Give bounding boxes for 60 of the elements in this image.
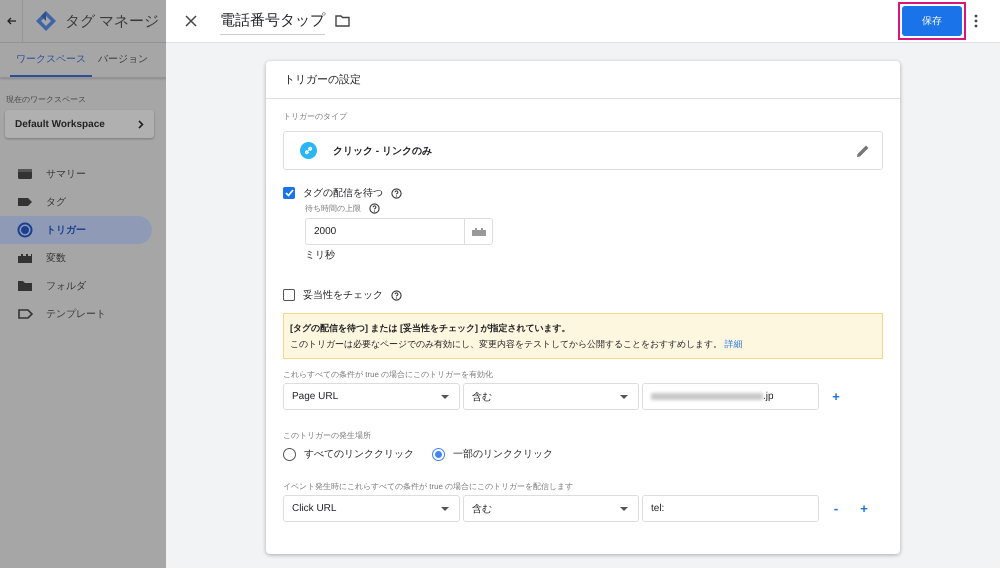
pencil-icon[interactable]: [856, 144, 870, 158]
checkbox[interactable]: [283, 187, 295, 199]
help-icon[interactable]: [391, 290, 402, 300]
operator-dropdown[interactable]: 含む: [463, 383, 639, 410]
dropdown-arrow-icon: [620, 506, 628, 510]
close-icon[interactable]: [184, 14, 198, 28]
app-title: タグ マネージ: [65, 12, 160, 30]
save-button[interactable]: 保存: [902, 6, 962, 36]
nav-item[interactable]: タグ: [0, 188, 152, 216]
back-arrow-icon[interactable]: [6, 17, 16, 25]
folder-icon[interactable]: [335, 15, 350, 27]
link-icon: [300, 142, 317, 159]
radio-button[interactable]: [432, 448, 445, 460]
dropdown-arrow-icon: [620, 394, 628, 398]
notice-title: [タグの配信を待つ] または [妥当性をチェック] が指定されています。: [290, 322, 572, 335]
operator-dropdown[interactable]: 含む: [463, 495, 639, 522]
value-field[interactable]: tel:: [642, 495, 819, 522]
add-button[interactable]: +: [853, 500, 875, 517]
chevron-icon: [138, 120, 144, 128]
radio-label: すべてのリンククリック: [304, 448, 414, 461]
nav-item[interactable]: サマリー: [0, 160, 152, 188]
radio-button[interactable]: [283, 448, 296, 460]
section-label: イベント発生時にこれらすべての条件が true の場合にこのトリガーを配信します: [283, 481, 574, 492]
workspace-label: 現在のワークスペース: [6, 94, 87, 105]
value-field[interactable]: .jp: [642, 383, 819, 410]
unit-label: ミリ秒: [305, 248, 336, 262]
variable-dropdown[interactable]: Page URL: [283, 383, 460, 410]
blocks-icon: [472, 228, 486, 236]
diamond-logo-icon: [35, 10, 57, 32]
help-icon[interactable]: [369, 203, 380, 214]
timeout-field[interactable]: 2000: [305, 218, 465, 245]
trigger-icon: [16, 221, 34, 239]
card-title: トリガーの設定: [266, 61, 900, 99]
add-button[interactable]: +: [825, 388, 847, 405]
section-label: トリガーのタイプ: [283, 111, 348, 122]
radio-label: 一部のリンククリック: [453, 448, 553, 461]
dropdown-arrow-icon: [441, 506, 449, 510]
notice-text: このトリガーは必要なページでのみ有効にし、変更内容をテストしてから公開することをおすすめします。: [290, 339, 722, 349]
trigger-type-card[interactable]: クリック - リンクのみ: [283, 131, 883, 170]
tab[interactable]: バージョン: [92, 43, 154, 77]
section-label: このトリガーの発生場所: [283, 430, 372, 441]
checkbox[interactable]: [283, 289, 295, 301]
checkbox-label: タグの配信を待つ: [303, 186, 383, 200]
help-icon[interactable]: [391, 188, 402, 198]
details-link[interactable]: 詳細: [724, 339, 743, 349]
trigger-name[interactable]: 電話番号タップ: [220, 11, 325, 35]
tab[interactable]: ワークスペース: [10, 43, 92, 77]
remove-button[interactable]: -: [825, 500, 847, 517]
workspace-selector[interactable]: Default Workspace: [5, 110, 154, 138]
nav-item[interactable]: トリガー: [0, 216, 152, 244]
checkbox-label: 妥当性をチェック: [303, 288, 383, 302]
more-icon[interactable]: [974, 14, 978, 28]
nav-item[interactable]: テンプレート: [0, 300, 152, 328]
field-label: 待ち時間の上限: [305, 203, 361, 214]
section-label: これらすべての条件が true の場合にこのトリガーを有効化: [283, 369, 494, 380]
nav-item[interactable]: 変数: [0, 244, 152, 272]
nav-item[interactable]: フォルダ: [0, 272, 152, 300]
variable-picker-button[interactable]: [465, 218, 493, 245]
variable-dropdown[interactable]: Click URL: [283, 495, 460, 522]
dropdown-arrow-icon: [441, 394, 449, 398]
